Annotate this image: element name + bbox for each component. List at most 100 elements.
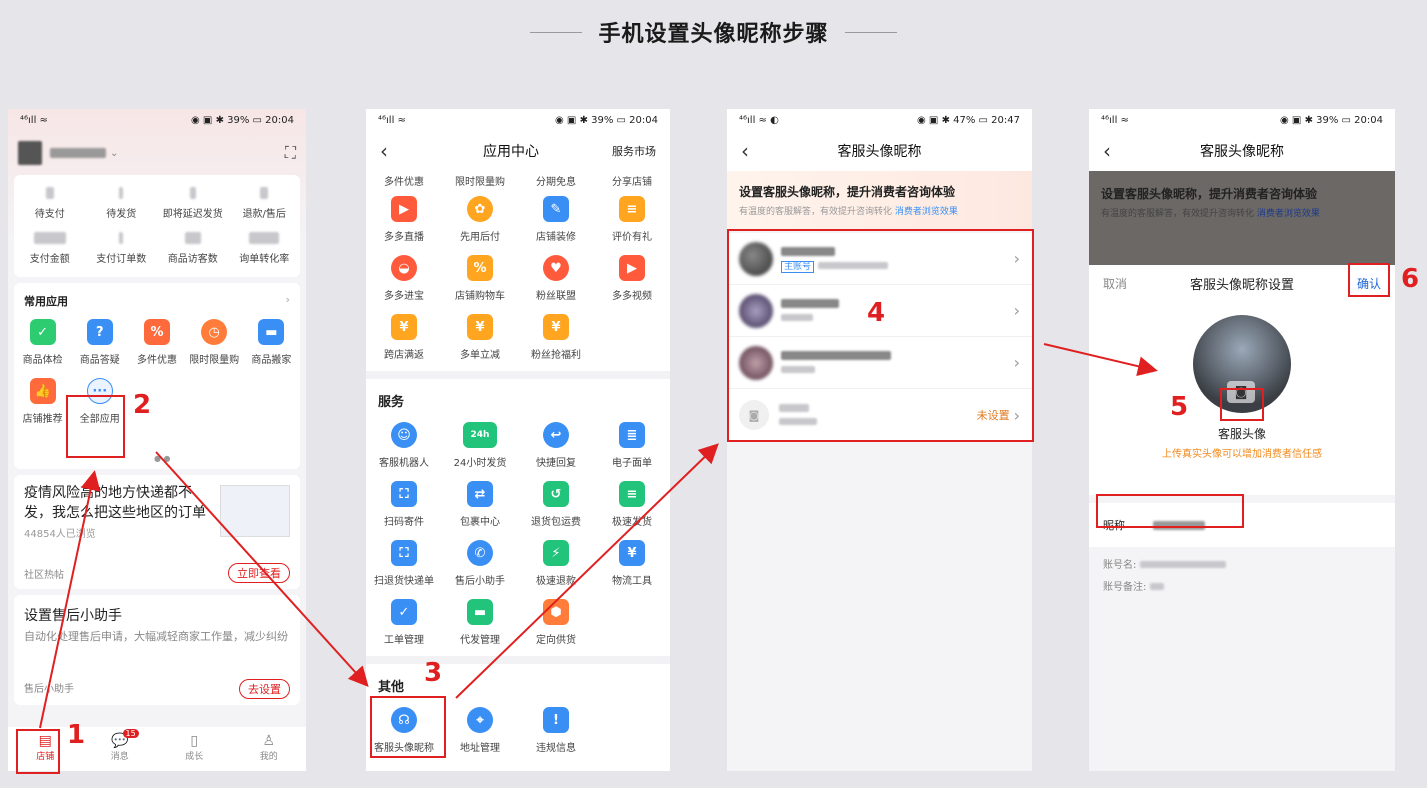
cancel-button[interactable]: 取消 <box>1103 275 1127 292</box>
robot-icon: ☺ <box>391 422 417 448</box>
app-item[interactable]: ↩ 快捷回复 <box>518 416 594 475</box>
app-item[interactable]: ⌖ 地址管理 <box>442 701 518 760</box>
app-item[interactable]: ⚡ 极速退款 <box>518 534 594 593</box>
back-icon[interactable]: ‹ <box>741 139 771 163</box>
go-setup-button[interactable]: 去设置 <box>239 679 290 699</box>
article-card[interactable]: 疫情风险高的地方快递都不发，我怎么把这些地区的订单 44854人已浏览 社区热帖… <box>14 475 300 589</box>
chevron-right-icon[interactable]: › <box>285 293 290 309</box>
tab-mine[interactable]: ♙ 我的 <box>232 727 307 771</box>
package-icon: ⇄ <box>467 481 493 507</box>
app-item[interactable]: ✎ 店铺装修 <box>518 190 594 249</box>
svc-grid-c: ⛶ 扫退货快递单 ✆ 售后小助手 ⚡ 极速退款 ¥ 物流工具 <box>366 534 670 593</box>
app-label[interactable]: 多件优惠 <box>366 173 442 188</box>
app-item[interactable]: ▬ 代发管理 <box>442 593 518 652</box>
tab-messages[interactable]: 💬 消息 15 <box>83 727 158 771</box>
video-icon: ▶ <box>619 255 645 281</box>
app-item[interactable]: ✿ 先用后付 <box>442 190 518 249</box>
truck-icon: ▬ <box>258 319 285 345</box>
app-item[interactable]: ≡ 极速发货 <box>594 475 670 534</box>
store-header: ⌄ ⛶ <box>8 131 306 175</box>
app-item[interactable]: ? 商品答疑 <box>71 313 128 372</box>
status-icons: ◉ ▣ ✱ <box>191 114 228 126</box>
question-icon: ? <box>86 319 113 345</box>
app-item[interactable]: ↺ 退货包运费 <box>518 475 594 534</box>
app-item[interactable]: ♥ 粉丝联盟 <box>518 249 594 308</box>
promo-banner: 设置客服头像昵称，提升消费者咨询体验 有温度的客服解答，有效提升咨询转化 消费者… <box>727 171 1032 229</box>
app-item[interactable]: 👍 店铺推荐 <box>14 372 71 431</box>
app-item[interactable]: ⬢ 定向供货 <box>518 593 594 652</box>
chevron-down-icon[interactable]: ⌄ <box>110 148 118 159</box>
highlight-box-step5 <box>1220 388 1264 421</box>
app-item[interactable]: ¥ 多单立减 <box>442 308 518 367</box>
scan-icon[interactable]: ⛶ <box>285 143 296 163</box>
stats-card: 待支付 待发货 即将延迟发货 退款/售后 支付金额 支付订单数 商品访客数 询单… <box>14 175 300 277</box>
service-market-link[interactable]: 服务市场 <box>612 143 656 159</box>
app-item[interactable]: ◷ 限时限量购 <box>186 313 243 372</box>
divider-left <box>530 31 583 33</box>
app-item[interactable]: ✆ 售后小助手 <box>442 534 518 593</box>
app-label[interactable]: 分享店铺 <box>594 173 670 188</box>
stat-item[interactable]: 询单转化率 <box>229 226 301 271</box>
store-name[interactable] <box>50 148 106 158</box>
app-item[interactable]: ¥ 粉丝抢福利 <box>518 308 594 367</box>
app-item[interactable]: ! 违规信息 <box>518 701 594 760</box>
discount-icon: % <box>143 319 170 345</box>
app-grid-a: ▶ 多多直播 ✿ 先用后付 ✎ 店铺装修 ≡ 评价有礼 <box>366 190 670 249</box>
section-divider <box>366 656 670 664</box>
stat-item[interactable]: 支付订单数 <box>86 226 158 271</box>
app-item[interactable]: ¥ 物流工具 <box>594 534 670 593</box>
app-item[interactable]: ☺ 客服机器人 <box>366 416 442 475</box>
app-label[interactable]: 限时限量购 <box>442 173 518 188</box>
highlight-box-step2 <box>66 395 125 458</box>
stat-item[interactable]: 即将延迟发货 <box>157 181 229 226</box>
status-bar: ⁴⁶ıll ≈ ◐ ◉ ▣ ✱ 47% ▭ 20:47 <box>727 109 1032 131</box>
account-name-label: 账号名: <box>1103 560 1137 571</box>
highlight-box-step4 <box>727 229 1034 442</box>
app-item[interactable]: ✓ 商品体检 <box>14 313 71 372</box>
app-item[interactable]: ▶ 多多直播 <box>366 190 442 249</box>
stat-item[interactable]: 商品访客数 <box>157 226 229 271</box>
logistics-icon: ¥ <box>619 540 645 566</box>
app-item[interactable]: ▬ 商品搬家 <box>243 313 300 372</box>
app-item[interactable]: ⛶ 扫退货快递单 <box>366 534 442 593</box>
location-icon: ⌖ <box>467 707 493 733</box>
back-icon[interactable]: ‹ <box>380 139 410 163</box>
app-item[interactable]: ◒ 多多进宝 <box>366 249 442 308</box>
stat-item[interactable]: 退款/售后 <box>229 181 301 226</box>
stat-item[interactable]: 支付金额 <box>14 226 86 271</box>
stat-item[interactable]: 待支付 <box>14 181 86 226</box>
banner-link[interactable]: 消费者浏览效果 <box>895 207 958 217</box>
app-item[interactable]: ⇄ 包裹中心 <box>442 475 518 534</box>
status-bar: ⁴⁶ıll ≈ ◉ ▣ ✱ 39% ▭ 20:04 <box>1089 109 1395 131</box>
app-grid-c: ¥ 跨店满返 ¥ 多单立减 ¥ 粉丝抢福利 <box>366 308 670 367</box>
app-item[interactable]: ▶ 多多视频 <box>594 249 670 308</box>
back-icon[interactable]: ‹ <box>1103 139 1133 163</box>
app-item[interactable]: ⛶ 扫码寄件 <box>366 475 442 534</box>
phone-screen-app-center: ⁴⁶ıll ≈ ◉ ▣ ✱ 39% ▭ 20:04 ‹ 应用中心 服务市场 多件… <box>366 109 670 771</box>
banner-subtitle: 有温度的客服解答，有效提升咨询转化 <box>1101 209 1255 219</box>
app-label[interactable]: 分期免息 <box>518 173 594 188</box>
tab-growth[interactable]: ▯ 成长 <box>157 727 232 771</box>
stats-row-2: 支付金额 支付订单数 商品访客数 询单转化率 <box>14 226 300 271</box>
app-item[interactable]: 24h 24小时发货 <box>442 416 518 475</box>
app-item[interactable]: ≡ 评价有礼 <box>594 190 670 249</box>
heart-icon: ♥ <box>543 255 569 281</box>
stats-row-1: 待支付 待发货 即将延迟发货 退款/售后 <box>14 181 300 226</box>
app-item[interactable]: % 多件优惠 <box>128 313 185 372</box>
page-dots: ● ● <box>154 454 171 463</box>
scan-icon: ⛶ <box>391 481 417 507</box>
app-item[interactable]: ✓ 工单管理 <box>366 593 442 652</box>
store-avatar[interactable] <box>18 141 42 165</box>
apps-grid-2: 👍 店铺推荐 ··· 全部应用 <box>14 372 300 431</box>
app-item[interactable]: ¥ 跨店满返 <box>366 308 442 367</box>
stat-item[interactable]: 待发货 <box>86 181 158 226</box>
reply-icon: ↩ <box>543 422 569 448</box>
avatar-label: 客服头像 <box>1217 427 1266 441</box>
view-now-button[interactable]: 立即查看 <box>228 563 290 583</box>
app-item[interactable]: % 店铺购物车 <box>442 249 518 308</box>
step-number-3: 3 <box>424 658 443 688</box>
aftersale-card[interactable]: 设置售后小助手 自动化处理售后申请，大幅减轻商家工作量，减少纠纷 售后小助手 去… <box>14 595 300 705</box>
banner-title: 设置客服头像昵称，提升消费者咨询体验 <box>739 185 956 199</box>
article-thumbnail <box>220 485 290 537</box>
app-item[interactable]: ≣ 电子面单 <box>594 416 670 475</box>
